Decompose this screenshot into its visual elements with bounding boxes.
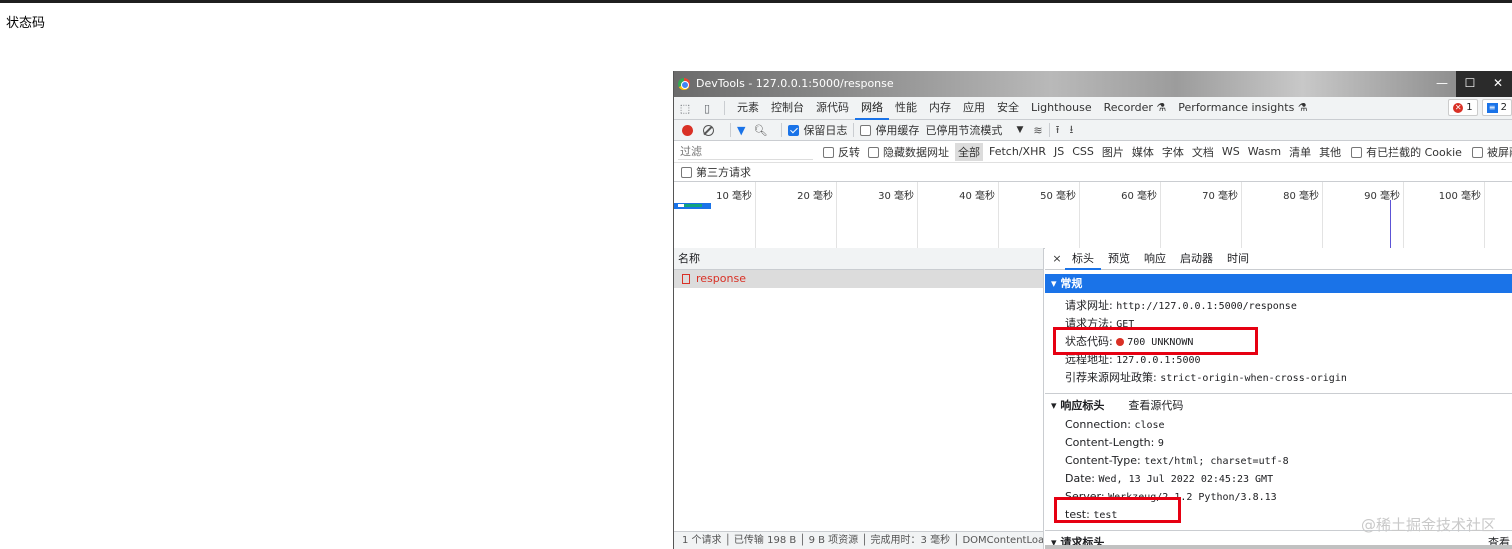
load-event-marker — [1390, 200, 1391, 248]
referrer-policy-row: 引荐来源网址政策: strict-origin-when-cross-origi… — [1065, 371, 1347, 384]
export-har-icon[interactable]: ⭳ — [1069, 121, 1073, 140]
maximize-button[interactable]: ☐ — [1456, 71, 1484, 97]
horizontal-scrollbar[interactable] — [1045, 545, 1512, 549]
request-list: 名称 response 1 个请求 │ 已传输 198 B │ 9 B 项资源 … — [674, 248, 1044, 549]
response-header-row: Connection: close — [1065, 418, 1165, 431]
tab-initiator[interactable]: 启动器 — [1173, 248, 1220, 270]
timeline-tick-label: 70 毫秒 — [1202, 191, 1238, 202]
devtools-titlebar: DevTools - 127.0.0.1:5000/response — ☐ ✕ — [674, 71, 1512, 97]
preserve-log-checkbox[interactable] — [788, 124, 800, 136]
tab-response[interactable]: 响应 — [1137, 248, 1173, 270]
timeline-tick-label: 100 毫秒 — [1438, 191, 1481, 202]
network-summary-bar: 1 个请求 │ 已传输 198 B │ 9 B 项资源 │ 完成用时：3 毫秒 … — [674, 531, 1043, 549]
detail-tabbar: × 标头 预览 响应 启动器 时间 — [1045, 248, 1512, 270]
third-party-label: 第三方请求 — [696, 166, 751, 179]
tab-network[interactable]: 网络 — [855, 97, 889, 120]
type-filter-font[interactable]: 字体 — [1162, 144, 1184, 160]
tab-security[interactable]: 安全 — [991, 97, 1025, 120]
watermark: @稀土掘金技术社区 — [1360, 516, 1496, 534]
close-detail-icon[interactable]: × — [1049, 252, 1065, 265]
tab-recorder[interactable]: Recorder ⚗ — [1098, 97, 1173, 120]
chevron-down-icon[interactable]: ▼ — [1016, 125, 1023, 135]
test-header-highlight-box — [1054, 497, 1181, 523]
preserve-log-label: 保留日志 — [803, 124, 848, 137]
hide-data-urls-checkbox[interactable] — [868, 147, 879, 158]
status-code-highlight-box — [1053, 327, 1258, 355]
type-filter-css[interactable]: CSS — [1072, 145, 1094, 158]
tab-memory[interactable]: 内存 — [923, 97, 957, 120]
close-window-button[interactable]: ✕ — [1484, 71, 1512, 97]
disable-cache-checkbox[interactable] — [860, 124, 872, 136]
timeline-tick-label: 20 毫秒 — [797, 191, 833, 202]
request-download-bar — [684, 204, 702, 207]
type-filter-other[interactable]: 其他 — [1319, 144, 1341, 160]
network-toolbar: ▼ 🔍︎ 保留日志 停用缓存 已停用节流模式 ▼ ≋ ⭱ ⭳ — [674, 120, 1512, 141]
tab-preview[interactable]: 预览 — [1101, 248, 1137, 270]
general-section-header[interactable]: ▾ 常规 — [1045, 274, 1512, 293]
errors-badge[interactable]: ✕ 1 — [1448, 99, 1478, 116]
document-icon — [682, 274, 690, 284]
device-toolbar-icon[interactable]: ▯ — [696, 97, 718, 119]
inspect-element-icon[interactable]: ⬚ — [674, 97, 696, 119]
type-filter-all[interactable]: 全部 — [955, 142, 983, 161]
timeline-tick-label: 10 毫秒 — [716, 191, 752, 202]
filter-bar: 反转 隐藏数据网址 全部 Fetch/XHR JS CSS 图片 媒体 字体 文… — [674, 141, 1512, 163]
window-title: DevTools - 127.0.0.1:5000/response — [696, 77, 894, 90]
tab-application[interactable]: 应用 — [957, 97, 991, 120]
timeline-tick-label: 60 毫秒 — [1121, 191, 1157, 202]
third-party-checkbox[interactable] — [681, 166, 692, 178]
response-header-row: Date: Wed, 13 Jul 2022 02:45:23 GMT — [1065, 472, 1274, 485]
error-icon: ✕ — [1453, 102, 1464, 113]
page-body-text: 状态码 — [6, 16, 46, 31]
type-filter-wasm[interactable]: Wasm — [1248, 145, 1281, 158]
record-button[interactable] — [682, 124, 693, 136]
invert-checkbox[interactable] — [823, 147, 834, 158]
clear-button[interactable] — [703, 124, 714, 136]
tab-performance-insights[interactable]: Performance insights ⚗ — [1172, 97, 1313, 120]
import-har-icon[interactable]: ⭱ — [1056, 121, 1060, 140]
response-header-row: Content-Length: 9 — [1065, 436, 1164, 449]
blocked-cookies-checkbox[interactable] — [1351, 147, 1363, 158]
response-header-row: Content-Type: text/html; charset=utf-8 — [1065, 454, 1289, 467]
devtools-tabbar: ⬚ ▯ 元素 控制台 源代码 网络 性能 内存 应用 安全 Lighthouse… — [674, 97, 1512, 120]
chrome-logo-icon — [678, 78, 690, 90]
network-conditions-icon[interactable]: ≋ — [1033, 124, 1042, 137]
browser-top-border — [0, 0, 1512, 3]
tab-console[interactable]: 控制台 — [765, 97, 810, 120]
throttling-select[interactable]: 已停用节流模式 — [925, 122, 1002, 138]
tab-timing[interactable]: 时间 — [1220, 248, 1256, 270]
message-icon: ≡ — [1486, 102, 1498, 113]
tab-sources[interactable]: 源代码 — [810, 97, 855, 120]
type-filter-fetch-xhr[interactable]: Fetch/XHR — [989, 145, 1046, 158]
timeline-tick-label: 50 毫秒 — [1040, 191, 1076, 202]
disable-cache-label: 停用缓存 — [875, 124, 920, 137]
view-source-link[interactable]: 查看源代码 — [1128, 396, 1183, 416]
tab-performance[interactable]: 性能 — [889, 97, 923, 120]
filter-input[interactable] — [678, 143, 813, 160]
response-headers-section-header[interactable]: ▾ 响应标头 查看源代码 — [1045, 396, 1512, 416]
tab-elements[interactable]: 元素 — [731, 97, 765, 120]
blocked-requests-checkbox[interactable] — [1471, 147, 1483, 158]
request-row[interactable]: response — [674, 270, 1043, 288]
column-header-name[interactable]: 名称 — [674, 248, 1043, 270]
timeline-tick-label: 40 毫秒 — [959, 191, 995, 202]
type-filter-js[interactable]: JS — [1054, 145, 1064, 158]
filter-icon[interactable]: ▼ — [737, 124, 745, 137]
devtools-window: DevTools - 127.0.0.1:5000/response — ☐ ✕… — [673, 71, 1512, 549]
third-party-filter-row: 第三方请求 — [674, 163, 1512, 182]
type-filter-doc[interactable]: 文档 — [1192, 144, 1214, 160]
type-filter-ws[interactable]: WS — [1222, 145, 1240, 158]
type-filter-manifest[interactable]: 清单 — [1289, 144, 1311, 160]
type-filter-media[interactable]: 媒体 — [1132, 144, 1154, 160]
timeline-tick-label: 30 毫秒 — [878, 191, 914, 202]
tab-lighthouse[interactable]: Lighthouse — [1025, 97, 1098, 120]
tab-headers[interactable]: 标头 — [1065, 248, 1101, 270]
minimize-button[interactable]: — — [1428, 71, 1456, 97]
network-overview-timeline[interactable]: 10 毫秒 20 毫秒 30 毫秒 40 毫秒 50 毫秒 60 毫秒 70 毫… — [674, 182, 1512, 249]
messages-badge[interactable]: ≡ 2 — [1481, 99, 1512, 116]
timeline-tick-label: 80 毫秒 — [1283, 191, 1319, 202]
search-icon[interactable]: 🔍︎ — [753, 124, 767, 137]
request-url-row: 请求网址: http://127.0.0.1:5000/response — [1065, 299, 1297, 312]
type-filter-img[interactable]: 图片 — [1102, 144, 1124, 160]
